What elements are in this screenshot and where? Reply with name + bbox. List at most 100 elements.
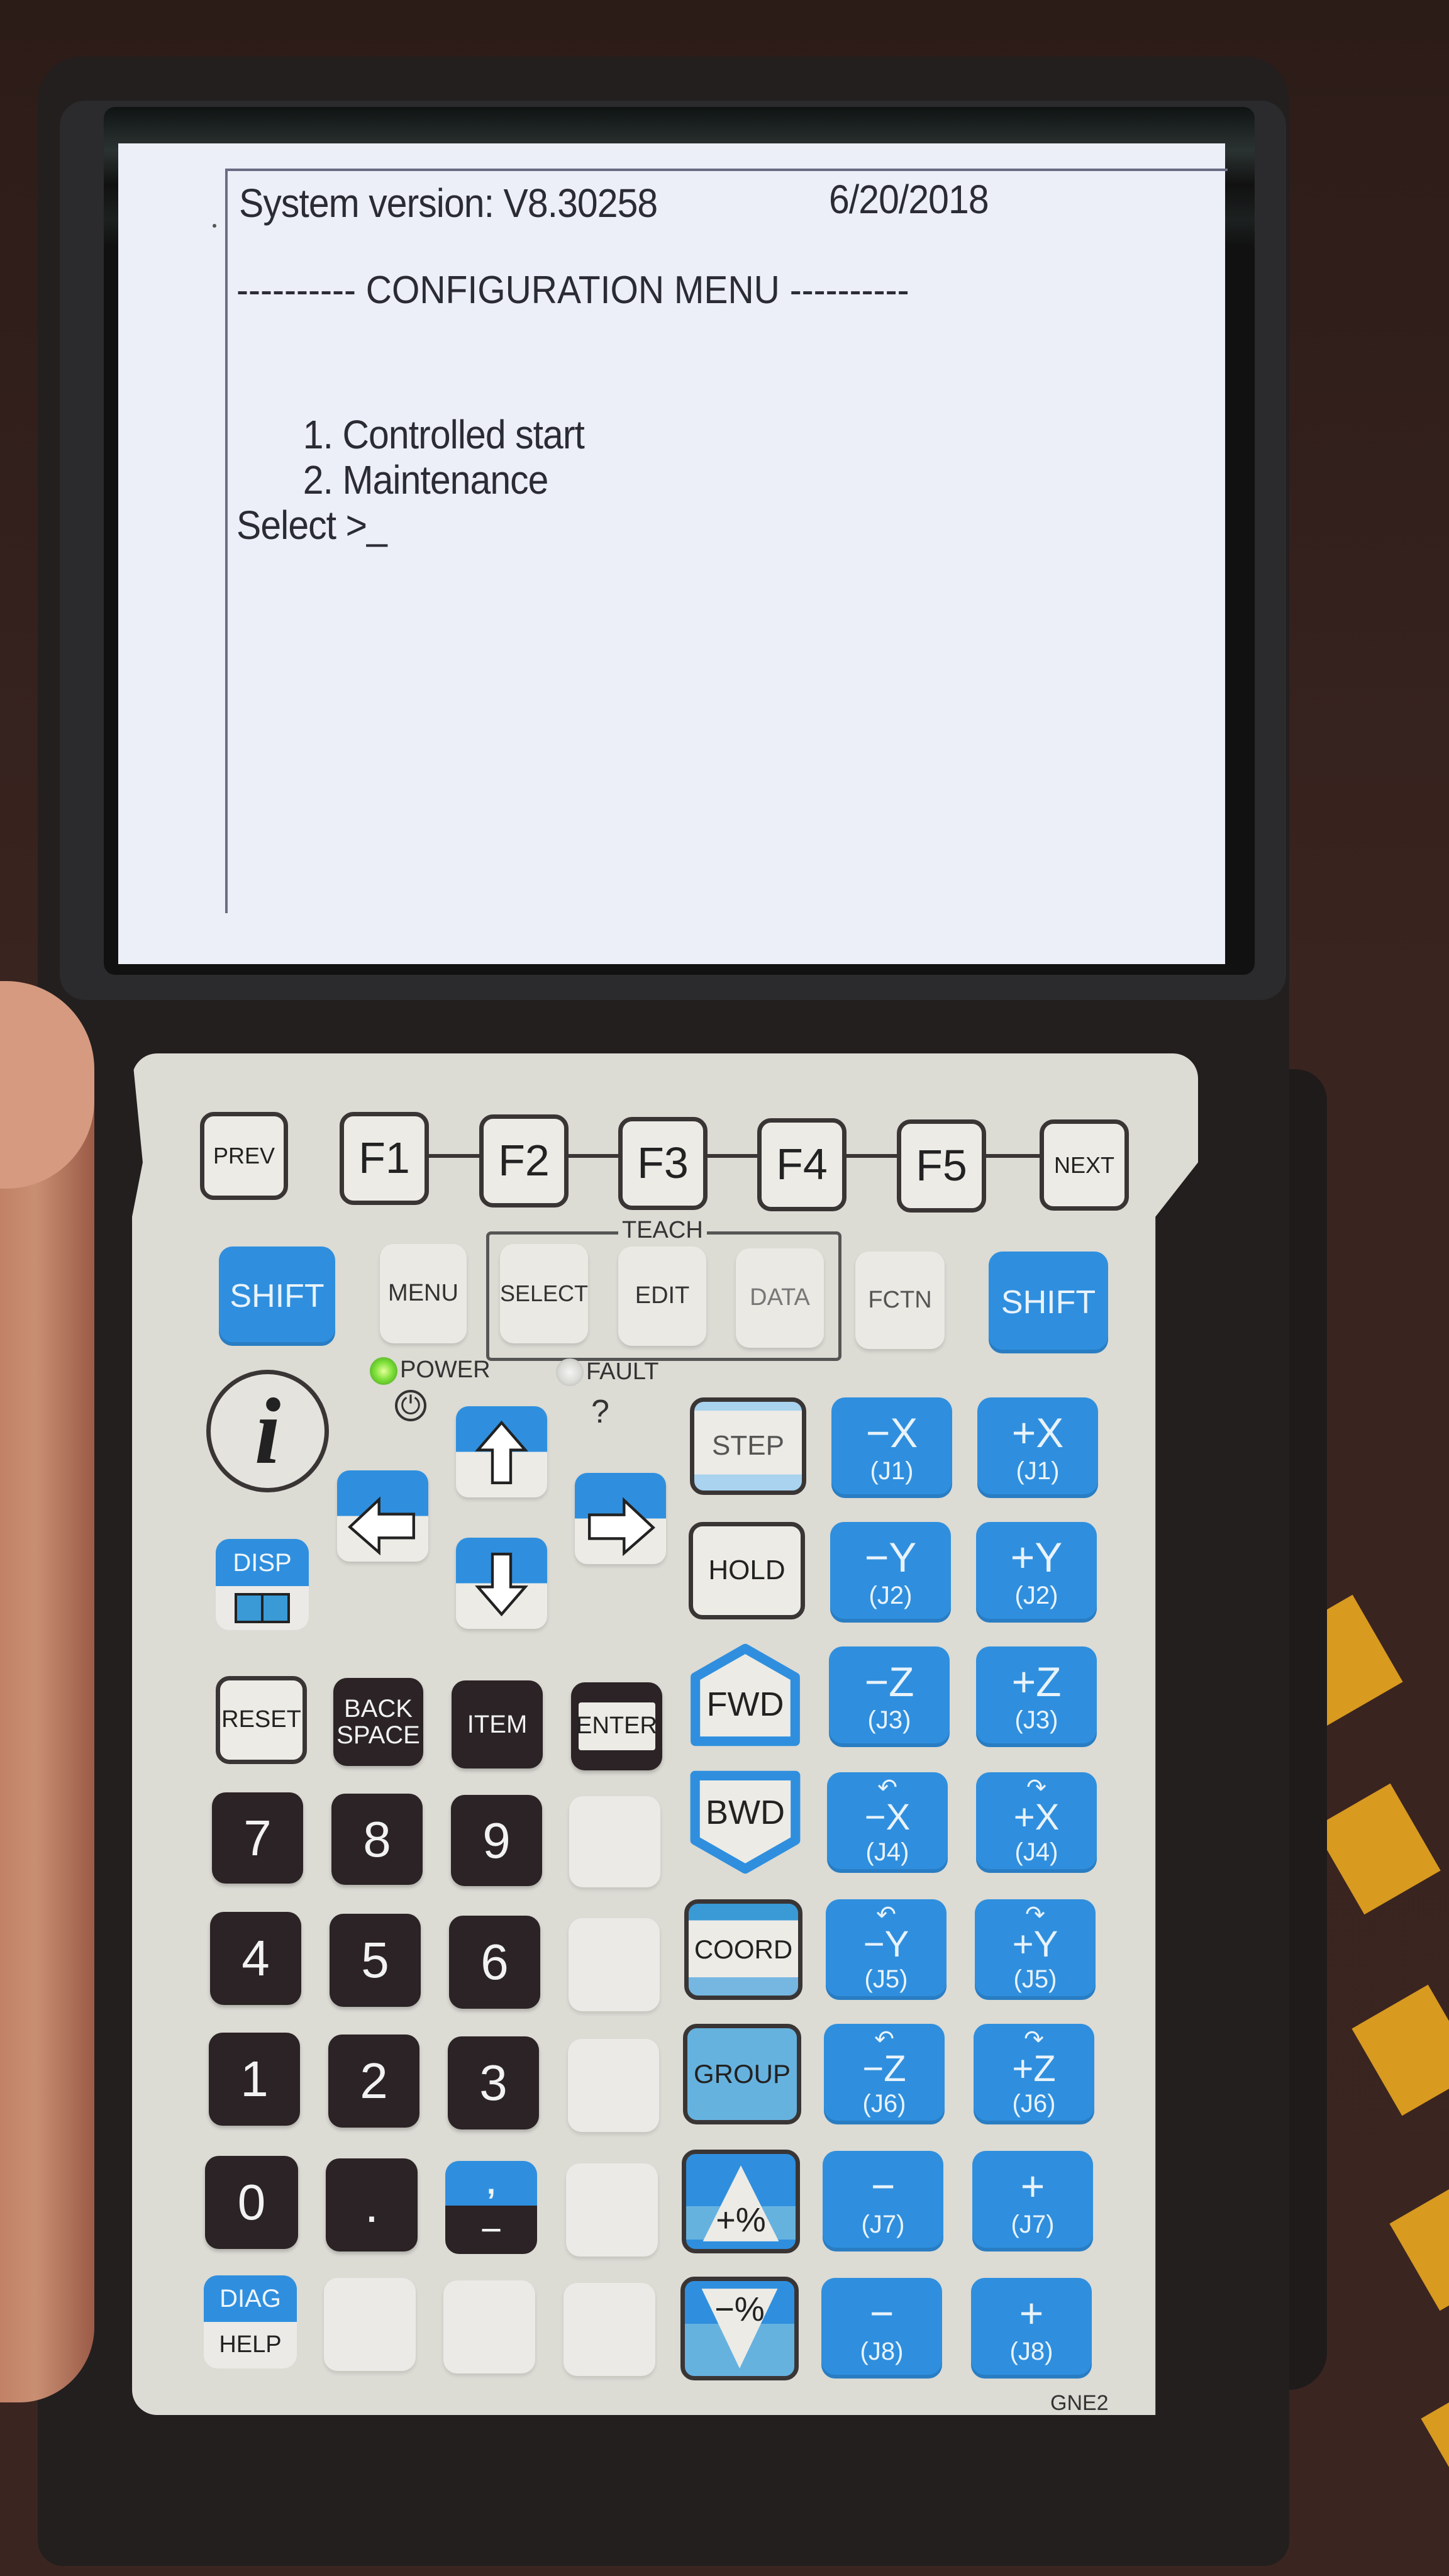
jog-plus-j6-key[interactable]: ↷ +Z (J6) — [974, 2024, 1094, 2124]
select-prompt-input[interactable]: Select >_ — [236, 502, 387, 548]
jog-axis-label: − — [870, 2163, 896, 2210]
edit-key[interactable]: EDIT — [618, 1246, 706, 1346]
step-key[interactable]: STEP — [690, 1397, 806, 1495]
num-5-key[interactable]: 5 — [330, 1914, 421, 2007]
arrow-right-icon — [588, 1497, 655, 1557]
jog-joint-label: (J5) — [864, 1965, 908, 1994]
blank-key[interactable] — [324, 2278, 416, 2371]
enter-key[interactable]: ENTER — [571, 1682, 662, 1770]
jog-plus-j3-key[interactable]: +Z (J3) — [976, 1646, 1097, 1747]
comma-minus-key[interactable]: , − — [445, 2161, 537, 2254]
rotation-arrow-icon: ↷ — [1026, 1774, 1046, 1801]
jog-axis-label: −Y — [863, 1923, 909, 1965]
jog-minus-j5-key[interactable]: ↶ −Y (J5) — [826, 1899, 947, 2000]
jog-joint-label: (J4) — [865, 1838, 909, 1867]
system-version-text: System version: V8.30258 — [239, 180, 658, 226]
speed-up-key[interactable]: +% — [682, 2150, 800, 2253]
num-9-key[interactable]: 9 — [451, 1795, 542, 1886]
comma-label: , — [445, 2161, 537, 2206]
fwd-label: FWD — [706, 1685, 784, 1723]
f5-key[interactable]: F5 — [897, 1119, 986, 1213]
fwd-key[interactable]: FWD — [686, 1641, 805, 1748]
blank-key[interactable] — [443, 2280, 535, 2373]
jog-axis-label: −X — [865, 1409, 918, 1457]
hold-key[interactable]: HOLD — [689, 1522, 805, 1619]
jog-minus-j6-key[interactable]: ↶ −Z (J6) — [824, 2024, 945, 2124]
blank-key[interactable] — [568, 2039, 659, 2132]
jog-plus-j7-key[interactable]: + (J7) — [972, 2151, 1093, 2251]
next-key[interactable]: NEXT — [1040, 1119, 1129, 1211]
select-key[interactable]: SELECT — [500, 1244, 588, 1343]
rotation-arrow-icon: ↷ — [1024, 2026, 1044, 2053]
jog-joint-label: (J1) — [1016, 1457, 1060, 1485]
num-8-key[interactable]: 8 — [331, 1794, 423, 1885]
jog-minus-j2-key[interactable]: −Y (J2) — [830, 1522, 951, 1623]
jog-joint-label: (J1) — [870, 1457, 914, 1485]
num-2-key[interactable]: 2 — [328, 2035, 419, 2128]
power-symbol-icon: ⏻ — [395, 1390, 426, 1421]
disp-key-label: DISP — [216, 1539, 309, 1587]
f3-key[interactable]: F3 — [618, 1117, 708, 1210]
jog-plus-j8-key[interactable]: + (J8) — [971, 2278, 1092, 2379]
shift-right-key[interactable]: SHIFT — [989, 1252, 1108, 1353]
lcd-screen: System version: V8.30258 6/20/2018 -----… — [118, 143, 1228, 964]
cursor-down-key[interactable] — [456, 1538, 547, 1629]
num-6-key[interactable]: 6 — [449, 1916, 540, 2009]
jog-minus-j1-key[interactable]: −X (J1) — [831, 1397, 952, 1498]
info-key[interactable]: i — [206, 1370, 329, 1492]
jog-plus-j1-key[interactable]: +X (J1) — [977, 1397, 1098, 1498]
jog-joint-label: (J7) — [861, 2210, 905, 2238]
num-0-key[interactable]: 0 — [205, 2156, 298, 2249]
diag-help-key[interactable]: DIAG HELP — [204, 2275, 297, 2368]
group-key[interactable]: GROUP — [683, 2024, 801, 2124]
bwd-label: BWD — [706, 1794, 785, 1832]
jog-joint-label: (J5) — [1013, 1965, 1057, 1994]
f2-key[interactable]: F2 — [479, 1114, 569, 1208]
menu-key[interactable]: MENU — [380, 1244, 467, 1343]
num-7-key[interactable]: 7 — [212, 1792, 303, 1884]
cursor-right-key[interactable] — [575, 1473, 666, 1564]
rotation-arrow-icon: ↶ — [876, 1901, 896, 1928]
disp-key[interactable]: DISP — [216, 1539, 309, 1630]
coord-key[interactable]: COORD — [684, 1899, 802, 2000]
jog-axis-label: −Y — [864, 1534, 917, 1581]
bwd-key[interactable]: BWD — [686, 1767, 805, 1877]
reset-key[interactable]: RESET — [216, 1676, 307, 1764]
jog-minus-j4-key[interactable]: ↶ −X (J4) — [827, 1772, 948, 1873]
operator-hand — [0, 1019, 94, 2402]
fault-label: FAULT — [586, 1358, 659, 1385]
jog-minus-j8-key[interactable]: − (J8) — [821, 2278, 942, 2379]
system-date: 6/20/2018 — [829, 177, 989, 222]
decimal-point-key[interactable]: . — [326, 2158, 418, 2251]
jog-plus-j4-key[interactable]: ↷ +X (J4) — [976, 1772, 1097, 1873]
f4-key[interactable]: F4 — [757, 1118, 847, 1211]
blank-key[interactable] — [564, 2283, 655, 2376]
cursor-up-key[interactable] — [456, 1406, 547, 1497]
jog-axis-label: +Y — [1012, 1923, 1058, 1965]
backspace-key[interactable]: BACK SPACE — [333, 1678, 423, 1766]
item-key[interactable]: ITEM — [452, 1680, 543, 1768]
fault-led — [556, 1358, 584, 1386]
jog-plus-j2-key[interactable]: +Y (J2) — [976, 1522, 1097, 1623]
shift-left-key[interactable]: SHIFT — [219, 1246, 335, 1346]
num-1-key[interactable]: 1 — [209, 2033, 300, 2126]
menu-item-number: 2. — [303, 457, 333, 502]
speed-down-key[interactable]: −% — [680, 2277, 799, 2380]
cursor-left-key[interactable] — [337, 1470, 428, 1562]
fctn-key[interactable]: FCTN — [855, 1252, 945, 1349]
power-label: POWER — [400, 1357, 491, 1383]
jog-axis-label: + — [1019, 2290, 1044, 2337]
jog-axis-label: +Z — [1011, 1658, 1062, 1706]
blank-key[interactable] — [566, 2163, 658, 2257]
prev-key[interactable]: PREV — [200, 1112, 288, 1200]
data-key[interactable]: DATA — [736, 1248, 824, 1348]
f1-key[interactable]: F1 — [340, 1112, 429, 1205]
jog-minus-j3-key[interactable]: −Z (J3) — [829, 1646, 950, 1747]
num-3-key[interactable]: 3 — [448, 2036, 539, 2129]
blank-key[interactable] — [569, 1796, 660, 1887]
jog-minus-j7-key[interactable]: − (J7) — [823, 2151, 943, 2251]
num-4-key[interactable]: 4 — [210, 1912, 301, 2005]
blank-key[interactable] — [569, 1918, 660, 2011]
jog-plus-j5-key[interactable]: ↷ +Y (J5) — [975, 1899, 1096, 2000]
jog-axis-label: +Y — [1010, 1534, 1063, 1581]
